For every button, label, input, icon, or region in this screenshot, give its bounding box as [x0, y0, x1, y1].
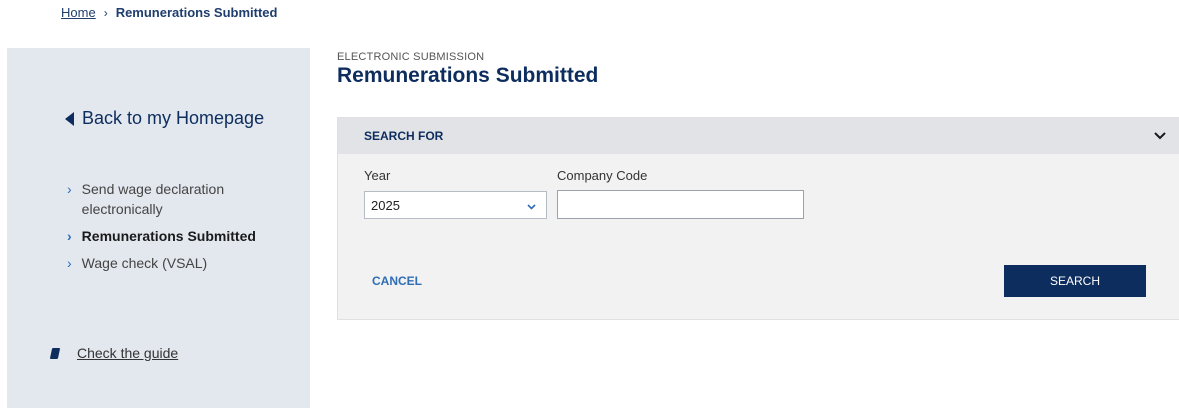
year-selected-value: 2025: [371, 197, 400, 213]
back-to-homepage-link[interactable]: Back to my Homepage: [65, 108, 264, 129]
cancel-button[interactable]: CANCEL: [372, 274, 422, 288]
sidebar-item-label: Send wage declaration electronically: [81, 181, 225, 217]
chevron-down-icon: [527, 198, 536, 213]
sidebar-item-wage-check[interactable]: › Wage check (VSAL): [67, 253, 297, 273]
sidebar: Back to my Homepage › Send wage declarat…: [7, 48, 310, 408]
search-button[interactable]: SEARCH: [1004, 265, 1146, 297]
chevron-right-icon: ›: [67, 228, 72, 244]
breadcrumb-home-link[interactable]: Home: [61, 5, 96, 20]
side-nav: › Send wage declaration electronically ›…: [67, 179, 297, 280]
sidebar-item-send-wage-declaration[interactable]: › Send wage declaration electronically: [67, 179, 297, 219]
page-title: Remunerations Submitted: [337, 64, 599, 87]
guide-link-row: Check the guide: [49, 345, 178, 361]
company-code-label: Company Code: [557, 168, 648, 183]
page: Home › Remunerations Submitted Back to m…: [0, 0, 1179, 408]
back-to-homepage-label: Back to my Homepage: [82, 108, 265, 128]
sidebar-item-label: Remunerations Submitted: [81, 228, 256, 244]
breadcrumb-separator: ›: [103, 5, 108, 20]
search-panel: SEARCH FOR Year 2025 Company Code CANCEL…: [337, 117, 1179, 320]
search-panel-title: SEARCH FOR: [364, 129, 444, 143]
search-panel-header[interactable]: SEARCH FOR: [338, 118, 1179, 154]
section-eyebrow: ELECTRONIC SUBMISSION: [337, 51, 485, 63]
chevron-right-icon: ›: [67, 181, 72, 197]
breadcrumb: Home › Remunerations Submitted: [61, 5, 277, 20]
book-icon: [49, 347, 61, 359]
breadcrumb-current: Remunerations Submitted: [115, 5, 278, 20]
sidebar-item-label: Wage check (VSAL): [81, 255, 208, 271]
chevron-down-icon[interactable]: [1153, 129, 1167, 143]
sidebar-item-remunerations-submitted[interactable]: › Remunerations Submitted: [67, 226, 297, 246]
year-label: Year: [364, 168, 391, 183]
chevron-right-icon: ›: [67, 255, 72, 271]
year-select[interactable]: 2025: [364, 191, 547, 219]
check-guide-link[interactable]: Check the guide: [77, 345, 178, 361]
triangle-left-icon: [65, 111, 74, 126]
company-code-input[interactable]: [557, 190, 804, 219]
